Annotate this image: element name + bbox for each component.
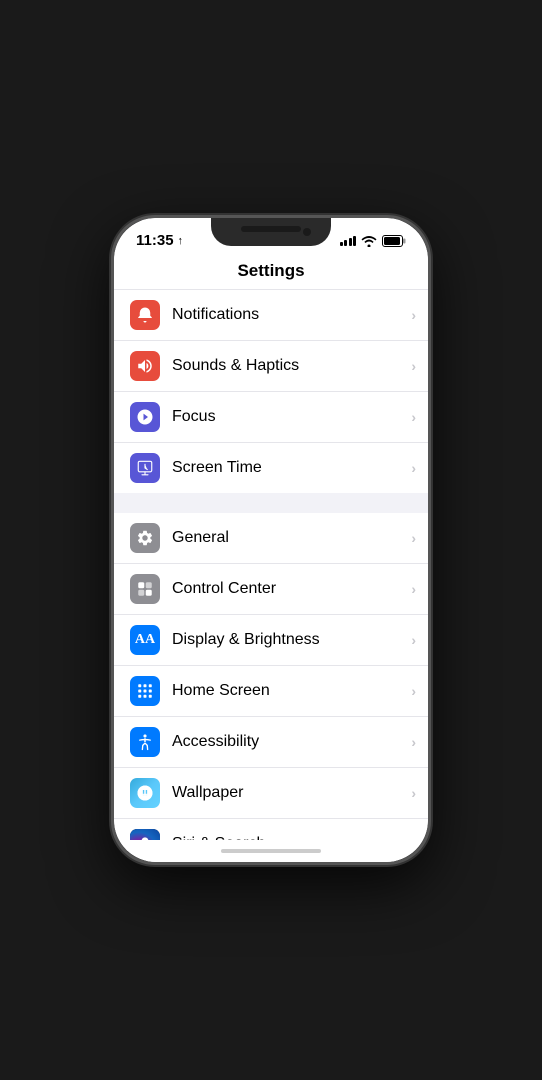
siri-label: Siri & Search [172, 835, 407, 840]
siri-icon [137, 836, 153, 840]
sounds-label: Sounds & Haptics [172, 357, 407, 375]
chevron-icon: › [411, 358, 416, 374]
display-label: Display & Brightness [172, 631, 407, 649]
settings-item-sounds[interactable]: Sounds & Haptics › [114, 341, 428, 392]
wallpaper-icon-wrapper [130, 778, 160, 808]
settings-item-wallpaper[interactable]: Wallpaper › [114, 768, 428, 819]
chevron-icon: › [411, 460, 416, 476]
homescreen-icon [136, 682, 154, 700]
section-gap-1 [114, 493, 428, 513]
chevron-icon: › [411, 409, 416, 425]
status-time: 11:35 ↑ [136, 232, 183, 249]
accessibility-icon-wrapper [130, 727, 160, 757]
display-icon: AA [135, 632, 155, 648]
wallpaper-label: Wallpaper [172, 784, 407, 802]
settings-list[interactable]: Notifications › Sounds & Haptics › [114, 290, 428, 840]
focus-icon [136, 408, 154, 426]
screen: 11:35 ↑ [114, 218, 428, 862]
settings-item-display[interactable]: AA Display & Brightness › [114, 615, 428, 666]
camera [303, 228, 311, 236]
chevron-icon: › [411, 836, 416, 840]
homescreen-icon-wrapper [130, 676, 160, 706]
controlcenter-icon [136, 580, 154, 598]
status-icons [340, 235, 407, 247]
controlcenter-label: Control Center [172, 580, 407, 598]
phone-frame: 11:35 ↑ [111, 215, 431, 865]
notifications-icon-wrapper [130, 300, 160, 330]
accessibility-icon [136, 733, 154, 751]
sounds-icon-wrapper [130, 351, 160, 381]
screentime-icon [136, 459, 154, 477]
general-label: General [172, 529, 407, 547]
wifi-icon [361, 235, 377, 247]
section-general: General › Control Center › [114, 513, 428, 840]
settings-item-siri[interactable]: Siri & Search › [114, 819, 428, 840]
chevron-icon: › [411, 581, 416, 597]
notifications-label: Notifications [172, 306, 407, 324]
settings-item-notifications[interactable]: Notifications › [114, 290, 428, 341]
settings-item-accessibility[interactable]: Accessibility › [114, 717, 428, 768]
chevron-icon: › [411, 632, 416, 648]
display-icon-wrapper: AA [130, 625, 160, 655]
siri-icon-wrapper [130, 829, 160, 840]
wallpaper-icon [136, 784, 154, 802]
screentime-icon-wrapper [130, 453, 160, 483]
general-icon-wrapper [130, 523, 160, 553]
settings-item-general[interactable]: General › [114, 513, 428, 564]
notch [211, 218, 331, 246]
accessibility-label: Accessibility [172, 733, 407, 751]
speaker [241, 226, 301, 232]
homescreen-label: Home Screen [172, 682, 407, 700]
battery-status-icon [382, 235, 406, 247]
page-title: Settings [130, 261, 412, 281]
chevron-icon: › [411, 683, 416, 699]
chevron-icon: › [411, 530, 416, 546]
focus-label: Focus [172, 408, 407, 426]
signal-bars [340, 236, 357, 246]
home-bar [221, 849, 321, 853]
chevron-icon: › [411, 307, 416, 323]
home-indicator [114, 840, 428, 862]
sounds-icon [136, 357, 154, 375]
settings-item-controlcenter[interactable]: Control Center › [114, 564, 428, 615]
screentime-label: Screen Time [172, 459, 407, 477]
settings-item-screentime[interactable]: Screen Time › [114, 443, 428, 493]
location-icon: ↑ [178, 235, 184, 247]
chevron-icon: › [411, 734, 416, 750]
general-icon [136, 529, 154, 547]
nav-bar: Settings [114, 255, 428, 290]
settings-item-homescreen[interactable]: Home Screen › [114, 666, 428, 717]
notifications-icon [136, 306, 154, 324]
controlcenter-icon-wrapper [130, 574, 160, 604]
focus-icon-wrapper [130, 402, 160, 432]
chevron-icon: › [411, 785, 416, 801]
settings-item-focus[interactable]: Focus › [114, 392, 428, 443]
section-notifications: Notifications › Sounds & Haptics › [114, 290, 428, 493]
